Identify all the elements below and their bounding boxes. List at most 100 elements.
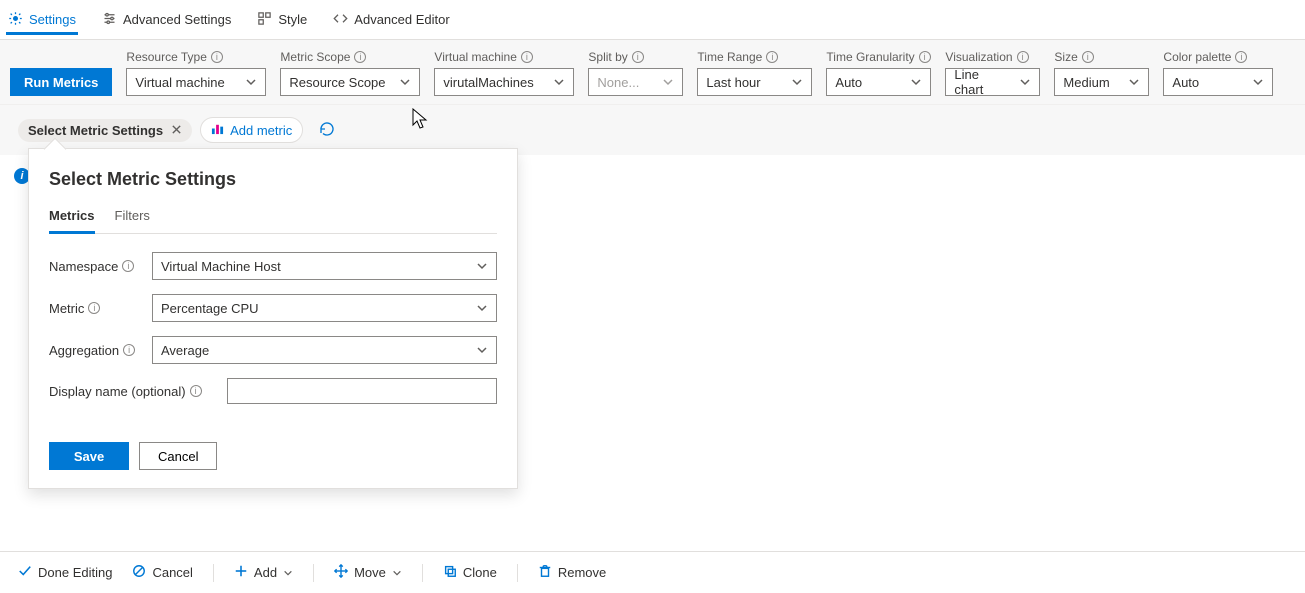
info-icon[interactable]: i: [1017, 51, 1029, 63]
trash-icon: [538, 564, 552, 581]
add-metric-chip-label: Add metric: [230, 123, 292, 138]
size-select[interactable]: Medium: [1054, 68, 1149, 96]
code-icon: [333, 11, 348, 29]
info-icon[interactable]: i: [766, 51, 778, 63]
info-icon[interactable]: i: [919, 51, 931, 63]
divider: [313, 564, 314, 582]
divider: [517, 564, 518, 582]
metric-select[interactable]: Percentage CPU: [152, 294, 497, 322]
footer-cancel-button[interactable]: Cancel: [126, 562, 198, 583]
refresh-button[interactable]: [319, 121, 335, 140]
metrics-toolbar: Run Metrics Resource Type i Virtual machi…: [0, 40, 1305, 105]
chevron-down-icon: [476, 344, 488, 356]
info-icon[interactable]: i: [211, 51, 223, 63]
divider: [213, 564, 214, 582]
save-button[interactable]: Save: [49, 442, 129, 470]
tab-style-label: Style: [278, 12, 307, 27]
info-icon[interactable]: i: [122, 260, 134, 272]
virtual-machine-label: Virtual machine: [434, 50, 517, 64]
select-metric-settings-chip[interactable]: Select Metric Settings: [18, 119, 192, 142]
sliders-icon: [102, 11, 117, 29]
display-name-input[interactable]: [227, 378, 497, 404]
popover-tab-filters[interactable]: Filters: [115, 204, 150, 233]
aggregation-label: Aggregation: [49, 343, 119, 358]
chevron-down-icon: [553, 76, 565, 88]
chevron-down-icon: [399, 76, 411, 88]
chevron-down-icon: [476, 302, 488, 314]
time-granularity-select[interactable]: Auto: [826, 68, 931, 96]
chevron-down-icon: [476, 260, 488, 272]
move-icon: [334, 564, 348, 581]
select-metric-settings-popover: Select Metric Settings Metrics Filters N…: [28, 148, 518, 489]
chevron-down-icon: [1252, 76, 1264, 88]
plus-icon: [234, 564, 248, 581]
chevron-down-icon: [1128, 76, 1140, 88]
size-label: Size: [1054, 50, 1077, 64]
split-by-label: Split by: [588, 50, 627, 64]
tab-settings-label: Settings: [29, 12, 76, 27]
namespace-select[interactable]: Virtual Machine Host: [152, 252, 497, 280]
info-icon[interactable]: i: [354, 51, 366, 63]
time-range-label: Time Range: [697, 50, 762, 64]
visualization-select[interactable]: Line chart: [945, 68, 1040, 96]
bar-chart-icon: [211, 122, 224, 138]
footer-remove-label: Remove: [558, 565, 606, 580]
tab-settings[interactable]: Settings: [6, 5, 78, 35]
footer-move-button[interactable]: Move: [328, 562, 408, 583]
gear-icon: [8, 11, 23, 29]
info-icon[interactable]: i: [190, 385, 202, 397]
footer-clone-label: Clone: [463, 565, 497, 580]
aggregation-select[interactable]: Average: [152, 336, 497, 364]
time-range-select[interactable]: Last hour: [697, 68, 812, 96]
footer-cancel-label: Cancel: [152, 565, 192, 580]
color-palette-label: Color palette: [1163, 50, 1231, 64]
clone-icon: [443, 564, 457, 581]
footer-add-button[interactable]: Add: [228, 562, 299, 583]
namespace-label: Namespace: [49, 259, 118, 274]
chevron-down-icon: [245, 76, 257, 88]
footer-toolbar: Done Editing Cancel Add Move Clone Remov…: [0, 551, 1305, 593]
resource-type-select[interactable]: Virtual machine: [126, 68, 266, 96]
chevron-down-icon: [283, 568, 293, 578]
chevron-down-icon: [662, 76, 674, 88]
popover-title: Select Metric Settings: [49, 169, 497, 190]
popover-tab-metrics[interactable]: Metrics: [49, 204, 95, 234]
chevron-down-icon: [791, 76, 803, 88]
virtual-machine-select[interactable]: virutalMachines: [434, 68, 574, 96]
info-icon[interactable]: i: [521, 51, 533, 63]
chevron-down-icon: [910, 76, 922, 88]
tab-style[interactable]: Style: [255, 5, 309, 35]
editor-tabs: Settings Advanced Settings Style Advance…: [0, 0, 1305, 40]
info-icon[interactable]: i: [88, 302, 100, 314]
prohibit-icon: [132, 564, 146, 581]
cancel-button[interactable]: Cancel: [139, 442, 217, 470]
style-icon: [257, 11, 272, 29]
info-icon[interactable]: i: [123, 344, 135, 356]
tab-advanced-settings[interactable]: Advanced Settings: [100, 5, 233, 35]
metric-label: Metric: [49, 301, 84, 316]
done-editing-label: Done Editing: [38, 565, 112, 580]
done-editing-button[interactable]: Done Editing: [12, 562, 118, 583]
run-metrics-button[interactable]: Run Metrics: [10, 68, 112, 96]
info-icon[interactable]: i: [1235, 51, 1247, 63]
check-icon: [18, 564, 32, 581]
split-by-select[interactable]: None...: [588, 68, 683, 96]
footer-move-label: Move: [354, 565, 386, 580]
info-icon[interactable]: i: [632, 51, 644, 63]
footer-clone-button[interactable]: Clone: [437, 562, 503, 583]
color-palette-select[interactable]: Auto: [1163, 68, 1273, 96]
footer-remove-button[interactable]: Remove: [532, 562, 612, 583]
tab-advanced-editor-label: Advanced Editor: [354, 12, 449, 27]
info-icon[interactable]: i: [1082, 51, 1094, 63]
chevron-down-icon: [392, 568, 402, 578]
add-metric-chip[interactable]: Add metric: [200, 117, 303, 143]
metric-scope-label: Metric Scope: [280, 50, 350, 64]
chevron-down-icon: [1019, 76, 1031, 88]
close-icon[interactable]: [171, 123, 182, 138]
resource-type-label: Resource Type: [126, 50, 207, 64]
visualization-label: Visualization: [945, 50, 1012, 64]
tab-advanced-settings-label: Advanced Settings: [123, 12, 231, 27]
tab-advanced-editor[interactable]: Advanced Editor: [331, 5, 451, 35]
footer-add-label: Add: [254, 565, 277, 580]
metric-scope-select[interactable]: Resource Scope: [280, 68, 420, 96]
